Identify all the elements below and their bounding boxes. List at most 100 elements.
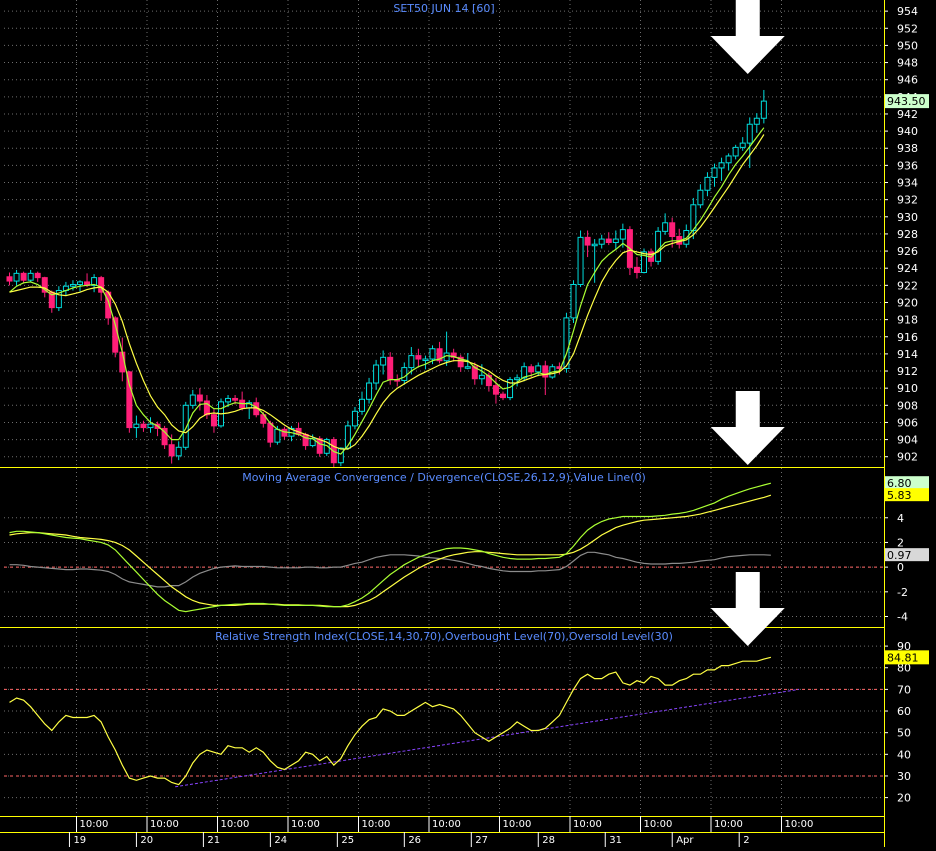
y-tick-label: 948	[897, 57, 918, 70]
candle-body	[147, 423, 154, 429]
macd-value-label: 0.97	[887, 549, 912, 562]
y-tick-label: 918	[897, 314, 918, 327]
candle-body	[633, 266, 640, 273]
last-price-label: 943.50	[887, 95, 926, 108]
y-tick-label: 950	[897, 39, 918, 52]
x-time-label: 10:00	[291, 819, 320, 830]
stock-chart: 902 904 906 908 910 912 914 916 918 920 922 924 926 9…	[0, 0, 936, 847]
candle-body	[302, 433, 309, 447]
candle-body	[373, 364, 380, 384]
candle-body	[189, 394, 196, 406]
candle-body	[598, 238, 605, 245]
candle-body	[753, 117, 760, 125]
y-tick-label: 914	[897, 348, 918, 361]
y-tick-label: 926	[897, 245, 918, 258]
candle-body	[274, 428, 281, 443]
x-time-label: 10:00	[80, 819, 109, 830]
candle-body	[168, 444, 175, 457]
candle-body	[267, 422, 274, 443]
y-tick-label: 70	[897, 683, 911, 696]
candle-body	[366, 382, 373, 400]
x-time-label: 10:00	[221, 819, 250, 830]
candle-body	[196, 394, 203, 402]
y-tick-label: 934	[897, 177, 918, 190]
x-day-label: 25	[341, 835, 354, 846]
y-tick-label: 908	[897, 399, 918, 412]
y-tick-label: 954	[897, 5, 918, 18]
y-tick-label: 930	[897, 211, 918, 224]
x-day-label: 26	[408, 835, 421, 846]
y-tick-label: 920	[897, 296, 918, 309]
candle-body	[408, 355, 415, 369]
candle-body	[662, 222, 669, 232]
y-tick-label: 4	[897, 512, 904, 525]
candle-body	[619, 229, 626, 240]
x-day-label: 2	[743, 835, 749, 846]
x-day-label: Apr	[676, 835, 694, 846]
x-day-label: 28	[542, 835, 555, 846]
y-tick-label: 938	[897, 142, 918, 155]
candle-body	[500, 393, 506, 399]
candle-body	[27, 272, 34, 281]
candle-body	[316, 438, 323, 454]
candle-body	[704, 176, 711, 191]
x-time-label: 10:00	[714, 819, 743, 830]
x-time-label: 10:00	[362, 819, 391, 830]
y-tick-label: 20	[897, 792, 911, 805]
candle-body	[584, 236, 591, 246]
candle-body	[77, 281, 83, 285]
chart-background	[0, 0, 936, 847]
candle-body	[478, 374, 485, 380]
candle-body	[6, 276, 13, 282]
candle-body	[281, 428, 288, 437]
candle-body	[492, 385, 499, 395]
candle-body	[182, 404, 189, 448]
x-time-label: 10:00	[150, 819, 179, 830]
x-day-label: 21	[207, 835, 220, 846]
candle-body	[760, 100, 767, 119]
candle-body	[563, 317, 570, 369]
x-time-label: 10:00	[432, 819, 461, 830]
candle-body	[225, 397, 232, 403]
candle-body	[528, 366, 535, 373]
candle-body	[514, 377, 521, 381]
y-tick-label: 936	[897, 159, 918, 172]
candle-body	[133, 423, 140, 429]
rsi-panel-title: Relative Strength Index(CLOSE,14,30,70),…	[215, 630, 673, 643]
y-tick-label: -2	[897, 586, 908, 599]
candle-body	[655, 230, 662, 262]
y-tick-label: 904	[897, 434, 918, 447]
rsi-value-label: 84.81	[887, 651, 919, 664]
x-time-label: 10:00	[503, 819, 532, 830]
candle-body	[669, 222, 676, 237]
y-tick-label: 912	[897, 365, 918, 378]
chart-area: 902 904 906 908 910 912 914 916 918 920 922 924 926 9…	[0, 0, 936, 847]
candle-body	[20, 272, 27, 281]
candle-body	[401, 367, 408, 381]
y-tick-label: 60	[897, 705, 911, 718]
candle-body	[34, 272, 41, 279]
candle-body	[69, 283, 76, 287]
candle-body	[577, 236, 584, 285]
candle-body	[718, 162, 725, 169]
candle-body	[542, 365, 549, 378]
x-day-label: 19	[73, 835, 86, 846]
candle-body	[612, 238, 619, 243]
candle-body	[746, 123, 753, 144]
y-tick-label: 30	[897, 770, 911, 783]
candle-body	[380, 356, 387, 366]
y-tick-label: 40	[897, 748, 911, 761]
candle-body	[351, 410, 358, 427]
candle-body	[13, 272, 20, 282]
candle-body	[429, 348, 436, 360]
candle-body	[697, 189, 704, 206]
y-tick-label: 50	[897, 727, 911, 740]
y-tick-label: 910	[897, 382, 918, 395]
candle-body	[422, 358, 429, 362]
y-tick-label: 942	[897, 108, 918, 121]
price-panel-title: SET50 JUN 14 [60]	[393, 2, 494, 15]
candle-body	[175, 446, 182, 457]
macd-value-label: 5.83	[887, 489, 912, 502]
x-day-label: 20	[140, 835, 153, 846]
y-tick-label: 2	[897, 536, 904, 549]
